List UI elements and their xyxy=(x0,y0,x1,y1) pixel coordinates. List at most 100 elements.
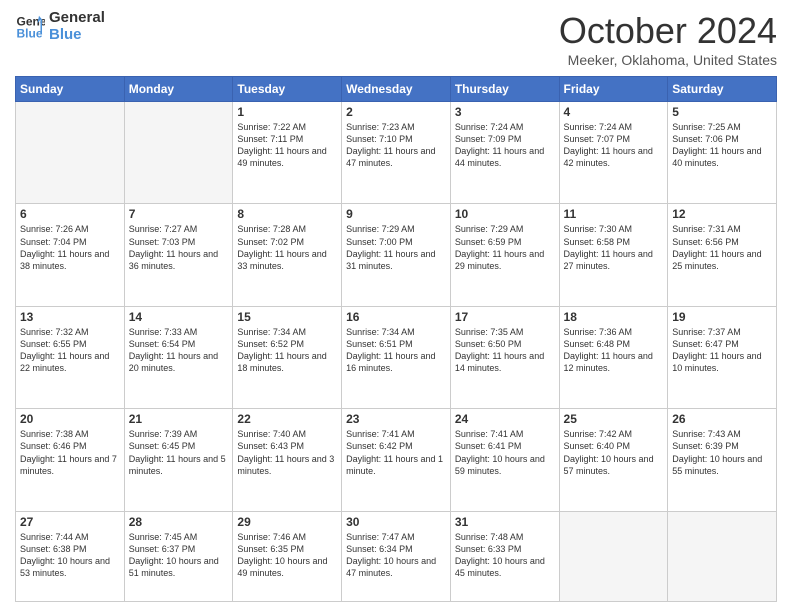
day-number: 15 xyxy=(237,310,337,324)
calendar-cell: 30Sunrise: 7:47 AM Sunset: 6:34 PM Dayli… xyxy=(342,511,451,601)
day-number: 21 xyxy=(129,412,229,426)
day-number: 12 xyxy=(672,207,772,221)
cell-info: Sunrise: 7:25 AM Sunset: 7:06 PM Dayligh… xyxy=(672,121,772,170)
calendar-week-row: 6 Sunrise: 7:26 AM Sunset: 7:04 PM Daylig… xyxy=(16,204,777,306)
calendar-cell: 14 Sunrise: 7:33 AM Sunset: 6:54 PM Dayli… xyxy=(124,306,233,408)
day-number: 26 xyxy=(672,412,772,426)
day-header-monday: Monday xyxy=(124,77,233,102)
day-number: 22 xyxy=(237,412,337,426)
day-number: 13 xyxy=(20,310,120,324)
day-number: 25 xyxy=(564,412,664,426)
day-number: 18 xyxy=(564,310,664,324)
page: General Blue General Blue October 2024 M… xyxy=(0,0,792,612)
cell-info: Sunrise: 7:28 AM Sunset: 7:02 PM Dayligh… xyxy=(237,223,337,272)
calendar-cell xyxy=(559,511,668,601)
day-number: 6 xyxy=(20,207,120,221)
title-section: October 2024 Meeker, Oklahoma, United St… xyxy=(559,10,777,68)
calendar-cell: 8Sunrise: 7:28 AM Sunset: 7:02 PM Daylig… xyxy=(233,204,342,306)
calendar-cell: 5 Sunrise: 7:25 AM Sunset: 7:06 PM Daylig… xyxy=(668,102,777,204)
day-number: 19 xyxy=(672,310,772,324)
calendar-cell: 10Sunrise: 7:29 AM Sunset: 6:59 PM Dayli… xyxy=(450,204,559,306)
day-header-sunday: Sunday xyxy=(16,77,125,102)
cell-info: Sunrise: 7:35 AM Sunset: 6:50 PM Dayligh… xyxy=(455,326,555,375)
day-number: 17 xyxy=(455,310,555,324)
calendar-cell: 24Sunrise: 7:41 AM Sunset: 6:41 PM Dayli… xyxy=(450,409,559,511)
calendar-cell: 28Sunrise: 7:45 AM Sunset: 6:37 PM Dayli… xyxy=(124,511,233,601)
cell-info: Sunrise: 7:24 AM Sunset: 7:09 PM Dayligh… xyxy=(455,121,555,170)
day-number: 20 xyxy=(20,412,120,426)
cell-info: Sunrise: 7:24 AM Sunset: 7:07 PM Dayligh… xyxy=(564,121,664,170)
calendar-cell: 15 Sunrise: 7:34 AM Sunset: 6:52 PM Dayli… xyxy=(233,306,342,408)
calendar-week-row: 13 Sunrise: 7:32 AM Sunset: 6:55 PM Dayli… xyxy=(16,306,777,408)
calendar-cell: 27 Sunrise: 7:44 AM Sunset: 6:38 PM Dayli… xyxy=(16,511,125,601)
cell-info: Sunrise: 7:30 AM Sunset: 6:58 PM Dayligh… xyxy=(564,223,664,272)
svg-text:Blue: Blue xyxy=(17,26,43,40)
day-number: 28 xyxy=(129,515,229,529)
cell-info: Sunrise: 7:38 AM Sunset: 6:46 PM Dayligh… xyxy=(20,428,120,477)
cell-info: Sunrise: 7:41 AM Sunset: 6:41 PM Dayligh… xyxy=(455,428,555,477)
logo: General Blue General Blue xyxy=(15,10,105,43)
cell-info: Sunrise: 7:46 AM Sunset: 6:35 PM Dayligh… xyxy=(237,531,337,580)
cell-info: Sunrise: 7:23 AM Sunset: 7:10 PM Dayligh… xyxy=(346,121,446,170)
cell-info: Sunrise: 7:41 AM Sunset: 6:42 PM Dayligh… xyxy=(346,428,446,477)
day-number: 3 xyxy=(455,105,555,119)
day-number: 31 xyxy=(455,515,555,529)
day-number: 16 xyxy=(346,310,446,324)
day-number: 2 xyxy=(346,105,446,119)
calendar-cell: 7 Sunrise: 7:27 AM Sunset: 7:03 PM Daylig… xyxy=(124,204,233,306)
cell-info: Sunrise: 7:22 AM Sunset: 7:11 PM Dayligh… xyxy=(237,121,337,170)
cell-info: Sunrise: 7:40 AM Sunset: 6:43 PM Dayligh… xyxy=(237,428,337,477)
day-number: 27 xyxy=(20,515,120,529)
calendar-cell: 18Sunrise: 7:36 AM Sunset: 6:48 PM Dayli… xyxy=(559,306,668,408)
cell-info: Sunrise: 7:29 AM Sunset: 7:00 PM Dayligh… xyxy=(346,223,446,272)
cell-info: Sunrise: 7:39 AM Sunset: 6:45 PM Dayligh… xyxy=(129,428,229,477)
calendar-cell: 9 Sunrise: 7:29 AM Sunset: 7:00 PM Daylig… xyxy=(342,204,451,306)
logo-text-general: General xyxy=(49,10,105,27)
calendar-cell: 19Sunrise: 7:37 AM Sunset: 6:47 PM Dayli… xyxy=(668,306,777,408)
calendar-cell: 16 Sunrise: 7:34 AM Sunset: 6:51 PM Dayli… xyxy=(342,306,451,408)
cell-info: Sunrise: 7:48 AM Sunset: 6:33 PM Dayligh… xyxy=(455,531,555,580)
logo-icon: General Blue xyxy=(15,12,45,42)
cell-info: Sunrise: 7:44 AM Sunset: 6:38 PM Dayligh… xyxy=(20,531,120,580)
calendar-cell: 17 Sunrise: 7:35 AM Sunset: 6:50 PM Dayli… xyxy=(450,306,559,408)
cell-info: Sunrise: 7:42 AM Sunset: 6:40 PM Dayligh… xyxy=(564,428,664,477)
logo-text-blue: Blue xyxy=(49,27,105,44)
cell-info: Sunrise: 7:33 AM Sunset: 6:54 PM Dayligh… xyxy=(129,326,229,375)
month-title: October 2024 xyxy=(559,10,777,52)
calendar-cell: 3 Sunrise: 7:24 AM Sunset: 7:09 PM Daylig… xyxy=(450,102,559,204)
calendar-cell: 1 Sunrise: 7:22 AM Sunset: 7:11 PM Daylig… xyxy=(233,102,342,204)
day-number: 4 xyxy=(564,105,664,119)
day-header-friday: Friday xyxy=(559,77,668,102)
cell-info: Sunrise: 7:29 AM Sunset: 6:59 PM Dayligh… xyxy=(455,223,555,272)
cell-info: Sunrise: 7:26 AM Sunset: 7:04 PM Dayligh… xyxy=(20,223,120,272)
calendar-cell: 21 Sunrise: 7:39 AM Sunset: 6:45 PM Dayli… xyxy=(124,409,233,511)
day-number: 9 xyxy=(346,207,446,221)
calendar-cell: 13 Sunrise: 7:32 AM Sunset: 6:55 PM Dayli… xyxy=(16,306,125,408)
day-number: 1 xyxy=(237,105,337,119)
cell-info: Sunrise: 7:27 AM Sunset: 7:03 PM Dayligh… xyxy=(129,223,229,272)
calendar-cell: 25 Sunrise: 7:42 AM Sunset: 6:40 PM Dayli… xyxy=(559,409,668,511)
calendar-cell xyxy=(16,102,125,204)
day-header-saturday: Saturday xyxy=(668,77,777,102)
day-header-wednesday: Wednesday xyxy=(342,77,451,102)
calendar-cell: 2 Sunrise: 7:23 AM Sunset: 7:10 PM Daylig… xyxy=(342,102,451,204)
location: Meeker, Oklahoma, United States xyxy=(559,52,777,68)
calendar-cell: 22 Sunrise: 7:40 AM Sunset: 6:43 PM Dayli… xyxy=(233,409,342,511)
day-header-tuesday: Tuesday xyxy=(233,77,342,102)
cell-info: Sunrise: 7:31 AM Sunset: 6:56 PM Dayligh… xyxy=(672,223,772,272)
day-number: 7 xyxy=(129,207,229,221)
calendar-cell: 4 Sunrise: 7:24 AM Sunset: 7:07 PM Daylig… xyxy=(559,102,668,204)
day-number: 14 xyxy=(129,310,229,324)
day-number: 5 xyxy=(672,105,772,119)
calendar-week-row: 27 Sunrise: 7:44 AM Sunset: 6:38 PM Dayli… xyxy=(16,511,777,601)
cell-info: Sunrise: 7:34 AM Sunset: 6:51 PM Dayligh… xyxy=(346,326,446,375)
cell-info: Sunrise: 7:47 AM Sunset: 6:34 PM Dayligh… xyxy=(346,531,446,580)
day-header-thursday: Thursday xyxy=(450,77,559,102)
calendar-cell: 31 Sunrise: 7:48 AM Sunset: 6:33 PM Dayli… xyxy=(450,511,559,601)
calendar-week-row: 20 Sunrise: 7:38 AM Sunset: 6:46 PM Dayli… xyxy=(16,409,777,511)
calendar-cell: 12 Sunrise: 7:31 AM Sunset: 6:56 PM Dayli… xyxy=(668,204,777,306)
day-number: 11 xyxy=(564,207,664,221)
calendar-cell: 23Sunrise: 7:41 AM Sunset: 6:42 PM Dayli… xyxy=(342,409,451,511)
cell-info: Sunrise: 7:32 AM Sunset: 6:55 PM Dayligh… xyxy=(20,326,120,375)
cell-info: Sunrise: 7:34 AM Sunset: 6:52 PM Dayligh… xyxy=(237,326,337,375)
